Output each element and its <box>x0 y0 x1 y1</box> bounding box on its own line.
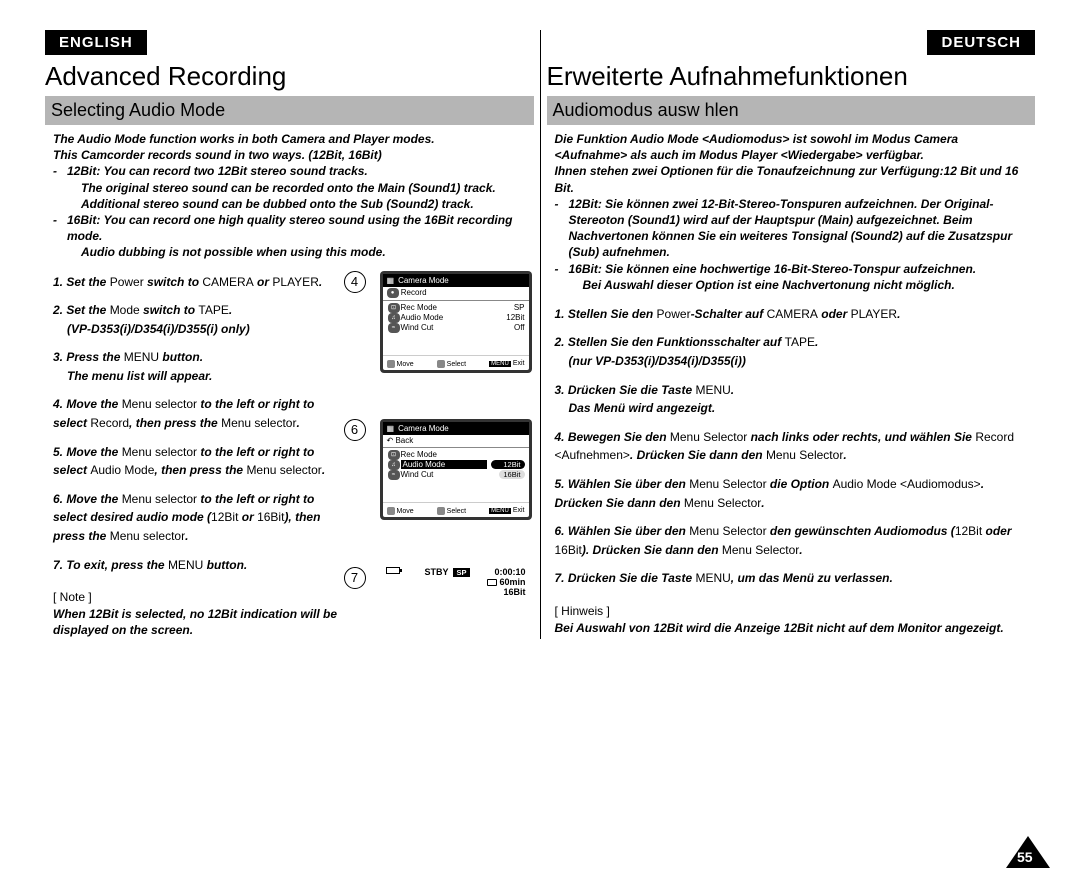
sp-badge: SP <box>453 568 469 577</box>
page-title: Erweiterte Aufnahmefunktionen <box>547 55 1036 96</box>
page-number-corner: 55 <box>1006 836 1050 868</box>
battery-icon <box>386 567 400 574</box>
screen-fig-7: STBY SP 0:00:10 60min 16Bit <box>380 567 532 597</box>
step-3: 3. Drücken Sie die Taste MENU. Das Menü … <box>555 381 1028 418</box>
move-icon <box>387 507 395 515</box>
figure-number-6: 6 <box>344 419 366 441</box>
section-heading: Selecting Audio Mode <box>45 96 534 125</box>
back-label: Back <box>395 436 413 445</box>
step-2: 2. Set the Mode switch to TAPE. (VP-D353… <box>53 301 346 338</box>
note-label: [ Note ] <box>45 584 354 606</box>
intro-text: Die Funktion Audio Mode <Audiomodus> ist… <box>547 125 1036 303</box>
timecode: 0:00:10 <box>494 567 525 577</box>
tape-remain-icon <box>487 579 497 586</box>
step-7: 7. To exit, press the MENU button. <box>53 556 346 575</box>
screen-fig-6: ▦Camera Mode ↶ Back ⊡Rec Mode ♫Audio Mod… <box>380 419 532 520</box>
step-5: 5. Wählen Sie über den Menu Selector die… <box>555 475 1028 512</box>
intro-line: Ihnen stehen zwei Optionen für die Tonau… <box>555 163 1028 195</box>
lang-tab-english: ENGLISH <box>45 30 147 55</box>
section-heading: Audiomodus ausw hlen <box>547 96 1036 125</box>
audio-icon: ♫ <box>388 313 400 323</box>
remain-label: 60min <box>499 577 525 587</box>
stby-label: STBY <box>424 567 448 577</box>
screen-title: Camera Mode <box>398 276 449 285</box>
record-icon: ● <box>387 288 399 298</box>
menu-icon: MENU <box>489 361 511 367</box>
intro-bullet: Bei Auswahl dieser Option ist eine Nachv… <box>555 277 1028 293</box>
tape-icon: ⊡ <box>388 303 400 313</box>
step-4: 4. Move the Menu selector to the left or… <box>53 395 346 432</box>
intro-bullet: 12Bit: You can record two 12Bit stereo s… <box>67 163 368 179</box>
intro-line: Die Funktion Audio Mode <Audiomodus> ist… <box>555 131 1028 163</box>
step-7: 7. Drücken Sie die Taste MENU, um das Me… <box>555 569 1028 588</box>
lang-row: ENGLISH <box>45 30 534 55</box>
intro-line: This Camcorder records sound in two ways… <box>53 147 526 163</box>
intro-line: The Audio Mode function works in both Ca… <box>53 131 526 147</box>
step-2: 2. Stellen Sie den Funktionsschalter auf… <box>555 333 1028 370</box>
audio-icon: ♫ <box>388 460 400 470</box>
back-icon: ↶ <box>387 436 394 445</box>
step-1: 1. Stellen Sie den Power-Schalter auf CA… <box>555 305 1028 324</box>
wind-icon: ≈ <box>388 470 400 480</box>
step-1: 1. Set the Power switch to CAMERA or PLA… <box>53 273 346 292</box>
lang-tab-deutsch: DEUTSCH <box>927 30 1035 55</box>
step-3: 3. Press the MENU button. The menu list … <box>53 348 346 385</box>
note-label: [ Hinweis ] <box>547 598 1036 620</box>
intro-bullet: 16Bit: You can record one high quality s… <box>67 212 526 244</box>
select-icon <box>437 507 445 515</box>
intro-text: The Audio Mode function works in both Ca… <box>45 125 534 271</box>
screen-fig-4: ▦Camera Mode ● Record ⊡Rec ModeSP ♫Audio… <box>380 271 532 373</box>
wind-icon: ≈ <box>388 323 400 333</box>
intro-bullet: The original stereo sound can be recorde… <box>53 180 526 196</box>
page-title: Advanced Recording <box>45 55 534 96</box>
figure-column: 4 ▦Camera Mode ● Record ⊡Rec ModeSP ♫Aud… <box>354 271 534 639</box>
step-6: 6. Move the Menu selector to the left or… <box>53 490 346 546</box>
screen-section: Record <box>401 288 427 297</box>
figure-number-7: 7 <box>344 567 366 589</box>
intro-bullet: Audio dubbing is not possible when using… <box>53 244 526 260</box>
screen-title: Camera Mode <box>398 424 449 433</box>
step-5: 5. Move the Menu selector to the left or… <box>53 443 346 480</box>
audio-bit-label: 16Bit <box>503 587 525 597</box>
menu-icon: MENU <box>489 508 511 514</box>
column-english: ENGLISH Advanced Recording Selecting Aud… <box>45 30 534 639</box>
step-6: 6. Wählen Sie über den Menu Selector den… <box>555 522 1028 559</box>
intro-bullet: 16Bit: Sie können eine hochwertige 16-Bi… <box>569 261 977 277</box>
step-4: 4. Bewegen Sie den Menu Selector nach li… <box>555 428 1028 465</box>
column-divider <box>540 30 541 639</box>
note-body: When 12Bit is selected, no 12Bit indicat… <box>45 606 354 638</box>
steps-list: 1. Stellen Sie den Power-Schalter auf CA… <box>547 303 1036 588</box>
intro-bullet: 12Bit: Sie können zwei 12-Bit-Stereo-Ton… <box>569 196 1028 261</box>
figure-number-4: 4 <box>344 271 366 293</box>
lang-row: DEUTSCH <box>547 30 1036 55</box>
intro-bullet: Additional stereo sound can be dubbed on… <box>53 196 526 212</box>
column-deutsch: DEUTSCH Erweiterte Aufnahmefunktionen Au… <box>547 30 1036 639</box>
select-icon <box>437 360 445 368</box>
note-body: Bei Auswahl von 12Bit wird die Anzeige 1… <box>547 620 1036 636</box>
tape-icon: ⊡ <box>388 450 400 460</box>
steps-list: 1. Set the Power switch to CAMERA or PLA… <box>45 271 354 575</box>
page-number: 55 <box>1017 849 1033 865</box>
move-icon <box>387 360 395 368</box>
